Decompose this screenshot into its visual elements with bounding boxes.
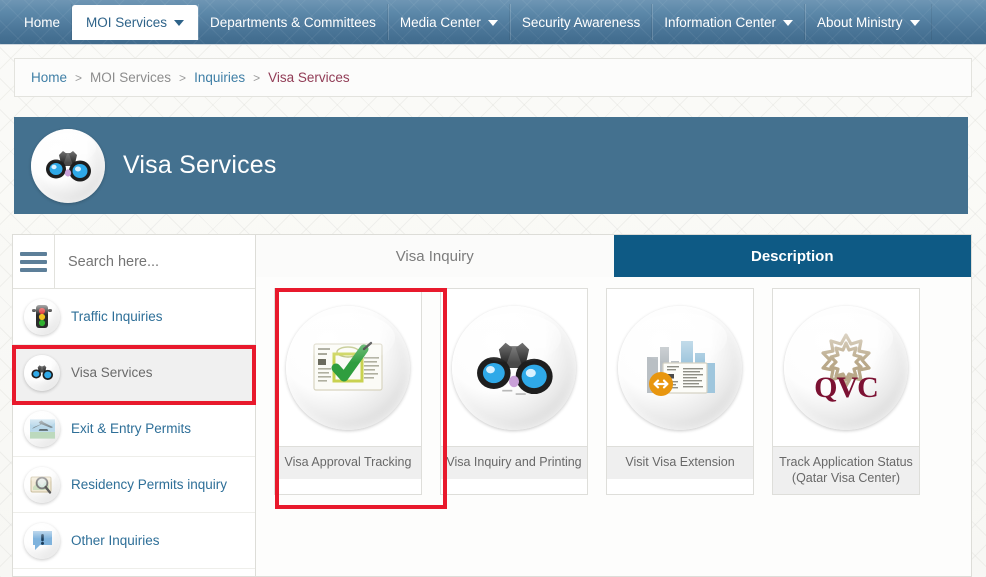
nav-item-label: About Ministry: [817, 14, 903, 30]
sidebar-item-label: Visa Services: [71, 365, 153, 380]
binoculars-icon: [31, 128, 105, 203]
document-checkmark-glyph: [313, 341, 383, 391]
binoculars-glyph: [477, 342, 553, 395]
exclamation-glyph: [32, 531, 52, 550]
service-card-visa-inquiry-and-printing[interactable]: Visa Inquiry and Printing: [440, 288, 588, 496]
tab-visa-inquiry[interactable]: Visa Inquiry: [256, 235, 614, 277]
nav-item-home[interactable]: Home: [13, 4, 73, 40]
nav-item-about-ministry[interactable]: About Ministry: [805, 4, 932, 40]
card-label: Visa Inquiry and Printing: [441, 446, 587, 479]
sidebar-item-visa-services[interactable]: Visa Services: [13, 345, 255, 401]
card-label: Visit Visa Extension: [607, 446, 753, 479]
sidebar-search-row: [13, 235, 255, 289]
search-input[interactable]: [55, 235, 255, 288]
card-image: [275, 289, 421, 446]
content-panel: Visa Inquiry Description Visa Approval T…: [256, 234, 972, 577]
airplane-icon: [24, 410, 60, 447]
sidebar-item-label: Residency Permits inquiry: [71, 477, 228, 492]
traffic-light-icon: [24, 298, 60, 335]
airplane-glyph: [29, 418, 55, 439]
breadcrumb-item-inquiries[interactable]: Inquiries: [194, 70, 245, 85]
card-label: Visa Approval Tracking: [275, 446, 421, 479]
nav-item-security-awareness[interactable]: Security Awareness: [509, 4, 653, 40]
svg-text:QVC: QVC: [814, 371, 878, 404]
tab-label: Visa Inquiry: [395, 247, 474, 265]
service-card-grid: Visa Approval Tracking Visa Inquiry and …: [256, 277, 971, 496]
qvc-logo-icon: QVC: [784, 305, 908, 430]
nav-item-label: MOI Services: [86, 15, 168, 31]
sidebar-item-label: Exit & Entry Permits: [71, 421, 192, 436]
nav-item-media-center[interactable]: Media Center: [387, 4, 510, 40]
breadcrumb-separator: >: [75, 70, 83, 85]
binoculars-icon: [24, 354, 60, 391]
magnifier-document-icon: [24, 466, 60, 503]
chevron-down-icon: [174, 20, 185, 26]
traffic-light-glyph: [32, 304, 52, 328]
nav-item-label: Security Awareness: [521, 14, 641, 30]
sidebar-item-other-inquiries[interactable]: Other Inquiries: [13, 513, 255, 569]
magnifier-document-glyph: [30, 476, 52, 494]
nav-item-label: Media Center: [399, 14, 481, 30]
card-image: [441, 289, 587, 446]
page-banner: Visa Services: [14, 117, 968, 214]
binoculars-glyph: [31, 365, 54, 380]
breadcrumb-item-moi-services[interactable]: MOI Services: [90, 70, 171, 85]
chevron-down-icon: [487, 19, 498, 26]
card-image: [607, 289, 753, 446]
breadcrumb-separator: >: [253, 70, 261, 85]
sidebar-item-label: Traffic Inquiries: [71, 309, 163, 324]
card-label: Track Application Status (Qatar Visa Cen…: [773, 446, 919, 495]
breadcrumb-separator: >: [179, 70, 187, 85]
content-tabs: Visa Inquiry Description: [256, 235, 971, 277]
page-root: Home MOI Services Departments & Committe…: [0, 0, 986, 577]
city-document-extend-glyph: [647, 340, 715, 396]
service-card-visa-approval-tracking[interactable]: Visa Approval Tracking: [274, 288, 422, 496]
main-navigation: Home MOI Services Departments & Committe…: [0, 0, 986, 45]
nav-item-label: Departments & Committees: [210, 14, 376, 30]
breadcrumb-item-visa-services: Visa Services: [268, 70, 350, 85]
nav-item-departments-committees[interactable]: Departments & Committees: [198, 4, 388, 40]
sidebar-item-exit-entry-permits[interactable]: Exit & Entry Permits: [13, 401, 255, 457]
nav-item-moi-services[interactable]: MOI Services: [72, 5, 199, 40]
sidebar-item-traffic-inquiries[interactable]: Traffic Inquiries: [13, 289, 255, 345]
binoculars-icon: [452, 305, 576, 430]
card-image: QVC: [773, 289, 919, 446]
nav-item-information-center[interactable]: Information Center: [652, 4, 806, 40]
sidebar-item-label: Other Inquiries: [71, 533, 160, 548]
document-checkmark-icon: [286, 305, 410, 430]
city-document-extend-icon: [618, 305, 742, 430]
sidebar: Traffic Inquiries Visa Services: [12, 234, 256, 577]
exclamation-icon: [24, 522, 60, 559]
tab-label: Description: [750, 247, 834, 265]
service-card-visit-visa-extension[interactable]: Visit Visa Extension: [606, 288, 754, 496]
hamburger-icon[interactable]: [13, 235, 55, 288]
breadcrumb: Home > MOI Services > Inquiries > Visa S…: [14, 58, 972, 97]
nav-item-label: Home: [24, 14, 61, 30]
breadcrumb-item-home[interactable]: Home: [31, 70, 67, 85]
page-title: Visa Services: [123, 151, 277, 179]
chevron-down-icon: [909, 19, 920, 26]
nav-item-label: Information Center: [664, 14, 777, 30]
chevron-down-icon: [783, 19, 794, 26]
sidebar-item-residency-permits-inquiry[interactable]: Residency Permits inquiry: [13, 457, 255, 513]
qvc-logo-glyph: QVC: [814, 332, 879, 404]
service-card-track-application-status[interactable]: QVC Track Application Status (Qatar Visa…: [772, 288, 920, 496]
tab-description[interactable]: Description: [613, 235, 971, 277]
binoculars-glyph: [46, 150, 91, 181]
